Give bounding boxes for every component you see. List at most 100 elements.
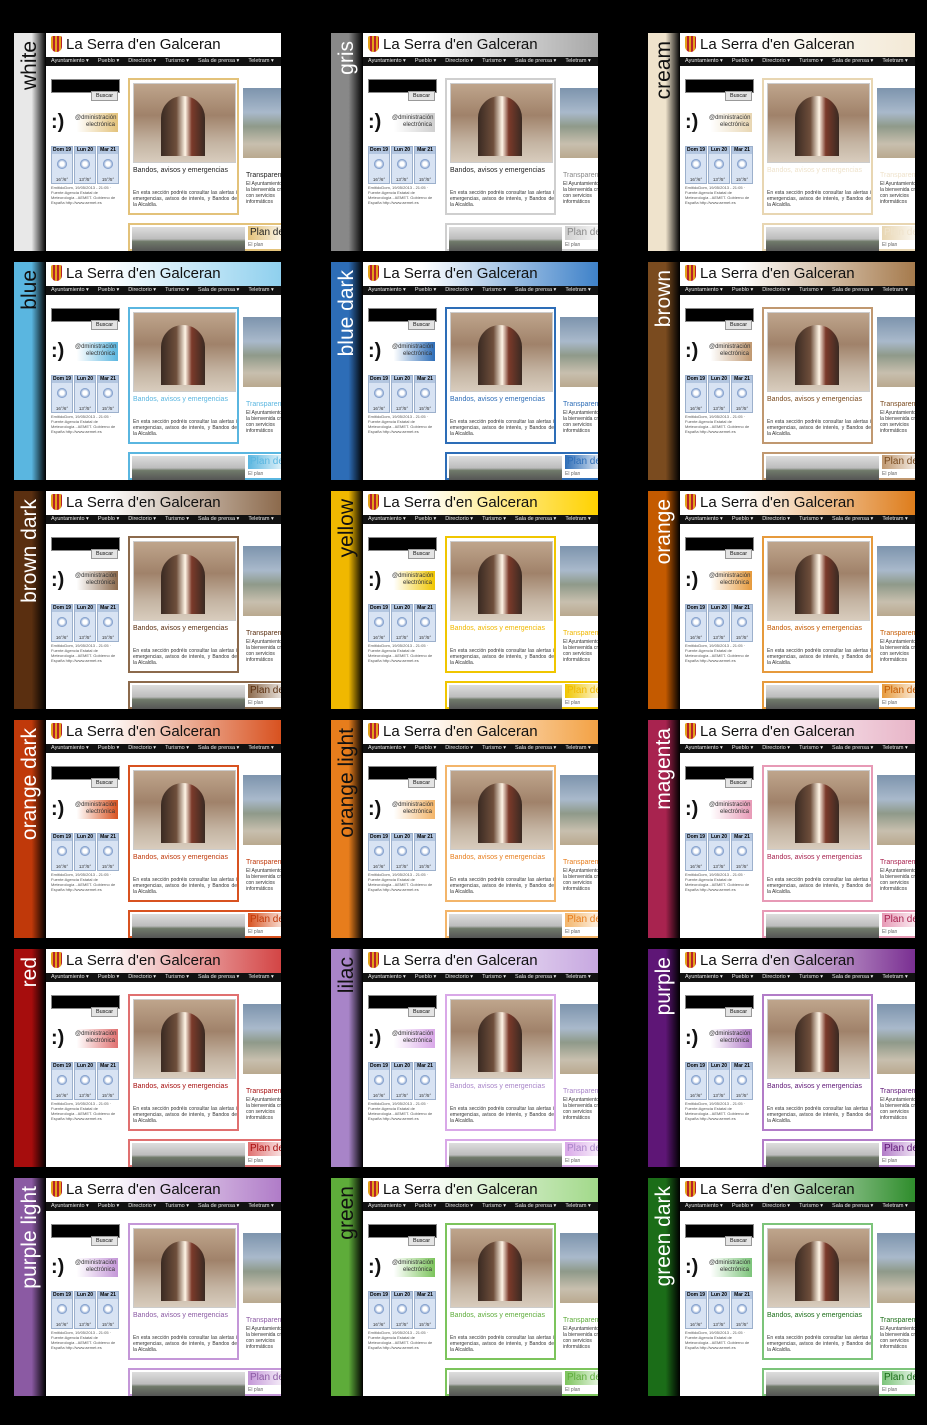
transparency-title[interactable]: Transparencia [880, 859, 915, 866]
nav-item[interactable]: Ayuntamiento ▾ [51, 516, 89, 522]
site-title[interactable]: La Serra d'en Galceran [383, 494, 538, 511]
nav-item[interactable]: Turismo ▾ [165, 287, 189, 293]
nav-item[interactable]: Teletram ▾ [565, 974, 590, 980]
nav-item[interactable]: Teletram ▾ [248, 516, 273, 522]
featured-card[interactable]: Bandos, avisos y emergencias En esta secc… [445, 78, 556, 215]
featured-title[interactable]: Bandos, avisos y emergencias [133, 1312, 237, 1320]
transparency-title[interactable]: Transparencia [246, 630, 281, 637]
site-title[interactable]: La Serra d'en Galceran [383, 1181, 538, 1198]
search-button[interactable]: Buscar [725, 1007, 752, 1017]
plan-title[interactable]: Plan de [882, 1142, 915, 1156]
nav-item[interactable]: Pueblo ▾ [415, 516, 436, 522]
nav-item[interactable]: Teletram ▾ [882, 745, 907, 751]
transparency-title[interactable]: Transparencia [880, 401, 915, 408]
nav-item[interactable]: Directorio ▾ [445, 287, 473, 293]
nav-item[interactable]: Teletram ▾ [248, 974, 273, 980]
plan-title[interactable]: Plan de [248, 455, 281, 469]
nav-item[interactable]: Turismo ▾ [482, 974, 506, 980]
nav-item[interactable]: Ayuntamiento ▾ [685, 516, 723, 522]
admin-electronica-banner[interactable]: @dministración electrónica [706, 342, 752, 361]
featured-card[interactable]: Bandos, avisos y emergencias En esta secc… [445, 994, 556, 1131]
search-button[interactable]: Buscar [408, 1007, 435, 1017]
nav-item[interactable]: Ayuntamiento ▾ [685, 58, 723, 64]
nav-item[interactable]: Sala de prensa ▾ [198, 516, 239, 522]
nav-item[interactable]: Directorio ▾ [762, 1203, 790, 1209]
plan-card[interactable]: Plan de El plan [128, 910, 281, 938]
featured-title[interactable]: Bandos, avisos y emergencias [767, 1083, 871, 1091]
transparency-title[interactable]: Transparencia [246, 401, 281, 408]
nav-item[interactable]: Teletram ▾ [882, 287, 907, 293]
featured-card[interactable]: Bandos, avisos y emergencias En esta secc… [128, 1223, 239, 1360]
featured-card[interactable]: Bandos, avisos y emergencias En esta secc… [445, 765, 556, 902]
search-button[interactable]: Buscar [408, 549, 435, 559]
nav-item[interactable]: Pueblo ▾ [98, 974, 119, 980]
featured-card[interactable]: Bandos, avisos y emergencias En esta secc… [445, 536, 556, 673]
search-button[interactable]: Buscar [91, 320, 118, 330]
nav-item[interactable]: Teletram ▾ [248, 745, 273, 751]
admin-electronica-banner[interactable]: @dministración electrónica [389, 113, 435, 132]
plan-card[interactable]: Plan de El plan [128, 1139, 281, 1167]
nav-item[interactable]: Directorio ▾ [445, 745, 473, 751]
nav-item[interactable]: Sala de prensa ▾ [832, 516, 873, 522]
admin-electronica-banner[interactable]: @dministración electrónica [706, 571, 752, 590]
nav-item[interactable]: Sala de prensa ▾ [515, 58, 556, 64]
search-button[interactable]: Buscar [91, 778, 118, 788]
nav-item[interactable]: Pueblo ▾ [732, 745, 753, 751]
nav-item[interactable]: Turismo ▾ [165, 745, 189, 751]
site-title[interactable]: La Serra d'en Galceran [700, 494, 855, 511]
nav-item[interactable]: Turismo ▾ [165, 974, 189, 980]
featured-card[interactable]: Bandos, avisos y emergencias En esta secc… [445, 307, 556, 444]
search-button[interactable]: Buscar [725, 549, 752, 559]
site-title[interactable]: La Serra d'en Galceran [383, 952, 538, 969]
plan-title[interactable]: Plan de [248, 1371, 281, 1385]
nav-item[interactable]: Teletram ▾ [248, 287, 273, 293]
nav-item[interactable]: Sala de prensa ▾ [832, 287, 873, 293]
featured-card[interactable]: Bandos, avisos y emergencias En esta secc… [128, 994, 239, 1131]
admin-electronica-banner[interactable]: @dministración electrónica [389, 342, 435, 361]
featured-title[interactable]: Bandos, avisos y emergencias [450, 1312, 554, 1320]
plan-title[interactable]: Plan de [248, 684, 281, 698]
nav-item[interactable]: Directorio ▾ [128, 1203, 156, 1209]
nav-item[interactable]: Pueblo ▾ [732, 58, 753, 64]
transparency-title[interactable]: Transparencia [563, 172, 598, 179]
nav-item[interactable]: Ayuntamiento ▾ [368, 58, 406, 64]
nav-item[interactable]: Turismo ▾ [482, 58, 506, 64]
nav-item[interactable]: Sala de prensa ▾ [198, 58, 239, 64]
plan-card[interactable]: Plan de El plan [445, 1368, 598, 1396]
nav-item[interactable]: Directorio ▾ [762, 516, 790, 522]
nav-item[interactable]: Sala de prensa ▾ [832, 58, 873, 64]
nav-item[interactable]: Sala de prensa ▾ [515, 1203, 556, 1209]
transparency-title[interactable]: Transparencia [563, 1088, 598, 1095]
featured-title[interactable]: Bandos, avisos y emergencias [450, 854, 554, 862]
site-title[interactable]: La Serra d'en Galceran [66, 723, 221, 740]
search-button[interactable]: Buscar [725, 1236, 752, 1246]
nav-item[interactable]: Turismo ▾ [482, 516, 506, 522]
nav-item[interactable]: Directorio ▾ [445, 974, 473, 980]
plan-card[interactable]: Plan de El plan [128, 1368, 281, 1396]
featured-card[interactable]: Bandos, avisos y emergencias En esta secc… [762, 765, 873, 902]
plan-title[interactable]: Plan de [565, 913, 598, 927]
search-button[interactable]: Buscar [91, 1236, 118, 1246]
nav-item[interactable]: Pueblo ▾ [98, 58, 119, 64]
featured-card[interactable]: Bandos, avisos y emergencias En esta secc… [445, 1223, 556, 1360]
nav-item[interactable]: Pueblo ▾ [415, 287, 436, 293]
transparency-title[interactable]: Transparencia [880, 1088, 915, 1095]
nav-item[interactable]: Turismo ▾ [165, 1203, 189, 1209]
search-button[interactable]: Buscar [725, 778, 752, 788]
site-title[interactable]: La Serra d'en Galceran [700, 36, 855, 53]
nav-item[interactable]: Turismo ▾ [799, 974, 823, 980]
plan-card[interactable]: Plan de El plan [762, 452, 915, 480]
nav-item[interactable]: Directorio ▾ [128, 516, 156, 522]
nav-item[interactable]: Turismo ▾ [482, 745, 506, 751]
featured-card[interactable]: Bandos, avisos y emergencias En esta secc… [128, 307, 239, 444]
nav-item[interactable]: Turismo ▾ [165, 58, 189, 64]
featured-card[interactable]: Bandos, avisos y emergencias En esta secc… [762, 307, 873, 444]
featured-card[interactable]: Bandos, avisos y emergencias En esta secc… [128, 765, 239, 902]
featured-title[interactable]: Bandos, avisos y emergencias [767, 167, 871, 175]
nav-item[interactable]: Turismo ▾ [799, 58, 823, 64]
nav-item[interactable]: Pueblo ▾ [98, 516, 119, 522]
plan-title[interactable]: Plan de [248, 226, 281, 240]
admin-electronica-banner[interactable]: @dministración electrónica [389, 1258, 435, 1277]
search-button[interactable]: Buscar [725, 91, 752, 101]
nav-item[interactable]: Ayuntamiento ▾ [368, 1203, 406, 1209]
